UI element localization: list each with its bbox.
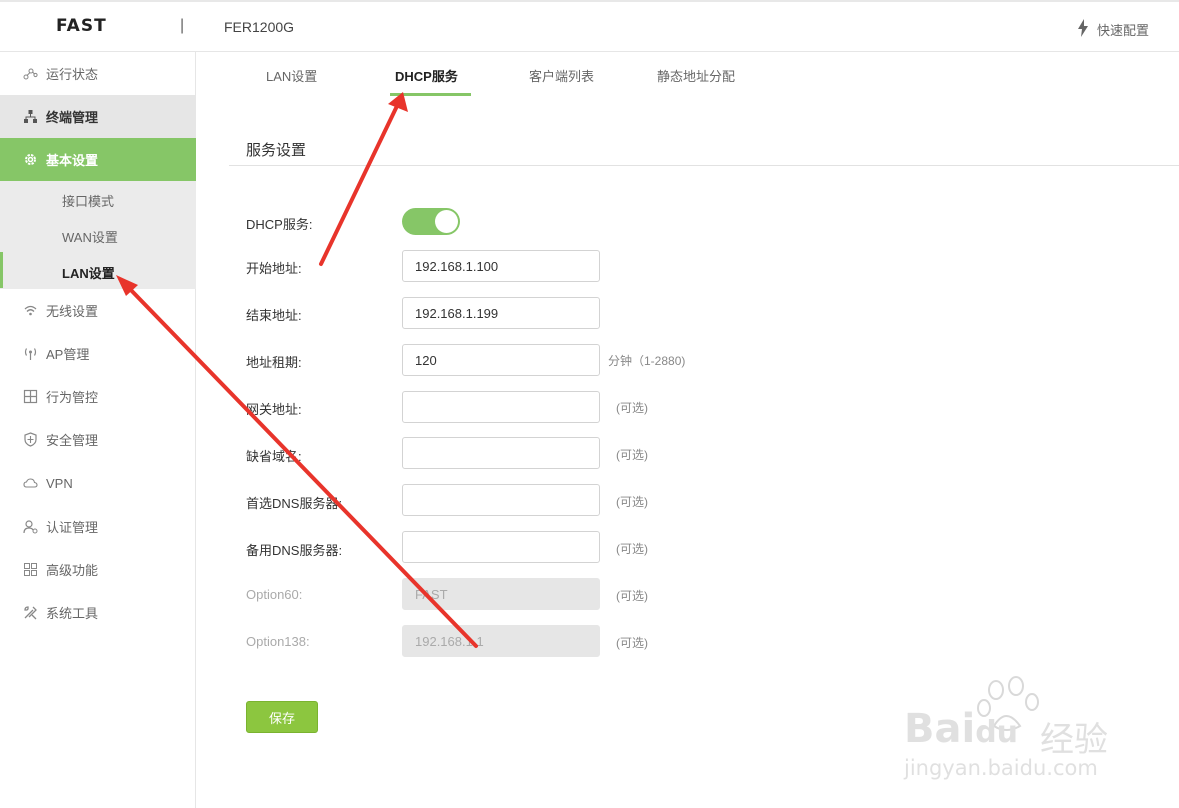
device-model: FER1200G: [224, 19, 295, 35]
watermark-brand: Baidu: [904, 706, 1019, 752]
option60-input: FAST: [402, 578, 600, 610]
save-button[interactable]: 保存: [246, 701, 318, 733]
dhcp-service-label: DHCP服务:: [246, 217, 313, 232]
arrow-to-dhcp-tab: [319, 92, 408, 266]
domain-input[interactable]: [402, 437, 600, 469]
sidebar-item-vpn[interactable]: VPN: [0, 462, 196, 505]
end-address-label: 结束地址:: [246, 308, 302, 323]
user-auth-icon: [22, 519, 38, 535]
top-bar: FAST | FER1200G 快速配置: [0, 0, 1179, 52]
primary-dns-label: 首选DNS服务器:: [246, 496, 343, 511]
primary-dns-input[interactable]: [402, 484, 600, 516]
sidebar-item-label: VPN: [46, 476, 73, 491]
ap-icon: [22, 346, 38, 362]
toggle-knob: [435, 210, 458, 233]
basic-submenu: 接口模式 WAN设置 LAN设置: [0, 181, 196, 289]
wifi-icon: [22, 303, 38, 319]
gateway-input[interactable]: [402, 391, 600, 423]
sidebar-item-label: 无线设置: [46, 304, 99, 319]
sidebar-item-label: 系统工具: [46, 606, 99, 621]
sidebar-item-status[interactable]: 运行状态: [0, 52, 196, 95]
sidebar-item-advanced[interactable]: 高级功能: [0, 548, 196, 591]
option138-label: Option138:: [246, 634, 310, 649]
gateway-hint: (可选): [616, 401, 648, 415]
secondary-dns-label: 备用DNS服务器:: [246, 543, 343, 558]
domain-label: 缺省域名:: [246, 449, 302, 464]
sidebar-item-label: 行为管控: [46, 390, 99, 405]
sidebar-item-terminal[interactable]: 终端管理: [0, 95, 196, 138]
end-address-input[interactable]: 192.168.1.199: [402, 297, 600, 329]
sidebar-item-tools[interactable]: 系统工具: [0, 591, 196, 634]
sidebar-item-behavior[interactable]: 行为管控: [0, 375, 196, 418]
sidebar-item-label: 安全管理: [46, 433, 99, 448]
lease-time-label: 地址租期:: [246, 355, 302, 370]
tab-static-assignment[interactable]: 静态地址分配: [657, 66, 735, 85]
tab-client-list[interactable]: 客户端列表: [529, 66, 594, 85]
sidebar-item-ap[interactable]: AP管理: [0, 332, 196, 375]
dhcp-service-toggle[interactable]: [402, 208, 460, 235]
active-tab-indicator: [390, 93, 471, 96]
lease-time-hint: 分钟（1-2880): [608, 354, 686, 368]
quick-setup-button[interactable]: 快速配置: [1077, 19, 1149, 40]
gateway-label: 网关地址:: [246, 402, 302, 417]
sidebar-item-auth[interactable]: 认证管理: [0, 505, 196, 548]
start-address-label: 开始地址:: [246, 261, 302, 276]
sidebar-item-basic[interactable]: 基本设置: [0, 138, 196, 181]
submenu-item-wan[interactable]: WAN设置: [62, 227, 118, 246]
secondary-dns-input[interactable]: [402, 531, 600, 563]
sidebar-item-security[interactable]: 安全管理: [0, 418, 196, 461]
sidebar-item-label: 基本设置: [46, 153, 99, 168]
option138-input: 192.168.1.1: [402, 625, 600, 657]
shield-icon: [22, 432, 38, 448]
brand-logo[interactable]: FAST: [56, 16, 107, 36]
network-icon: [22, 109, 38, 125]
sidebar-item-label: 高级功能: [46, 563, 99, 578]
domain-hint: (可选): [616, 448, 648, 462]
sidebar: 运行状态 终端管理 基本设置 接口模式 WAN设置 LAN设置 无线设置 AP管…: [0, 52, 196, 808]
lease-time-input[interactable]: 120: [402, 344, 600, 376]
status-icon: [22, 66, 38, 82]
watermark-cn: 经验: [1040, 720, 1108, 760]
vpn-icon: [22, 476, 38, 492]
section-title: 服务设置: [246, 142, 307, 159]
gear-icon: [22, 152, 38, 168]
secondary-dns-hint: (可选): [616, 542, 648, 556]
tab-lan[interactable]: LAN设置: [266, 66, 317, 85]
sidebar-item-label: 运行状态: [46, 67, 99, 82]
section-divider: [229, 165, 1179, 166]
submenu-selected-indicator: [0, 252, 3, 288]
tab-dhcp[interactable]: DHCP服务: [395, 66, 458, 85]
tools-icon: [22, 605, 38, 621]
grid-icon: [22, 562, 38, 578]
watermark-url: jingyan.baidu.com: [904, 756, 1098, 780]
sidebar-item-label: AP管理: [46, 347, 90, 362]
submenu-item-interface-mode[interactable]: 接口模式: [62, 191, 114, 210]
lightning-icon: [1077, 19, 1089, 40]
option60-hint: (可选): [616, 589, 648, 603]
behavior-icon: [22, 389, 38, 405]
baidu-watermark: Baidu 经验 jingyan.baidu.com: [904, 676, 1124, 786]
quick-setup-label: 快速配置: [1096, 23, 1149, 38]
submenu-item-lan[interactable]: LAN设置: [62, 263, 115, 282]
sidebar-item-label: 认证管理: [46, 520, 99, 535]
option60-label: Option60:: [246, 587, 303, 602]
sidebar-item-wireless[interactable]: 无线设置: [0, 289, 196, 332]
header-separator: |: [180, 17, 185, 34]
sidebar-item-label: 终端管理: [46, 110, 99, 125]
start-address-input[interactable]: 192.168.1.100: [402, 250, 600, 282]
option138-hint: (可选): [616, 636, 648, 650]
primary-dns-hint: (可选): [616, 495, 648, 509]
